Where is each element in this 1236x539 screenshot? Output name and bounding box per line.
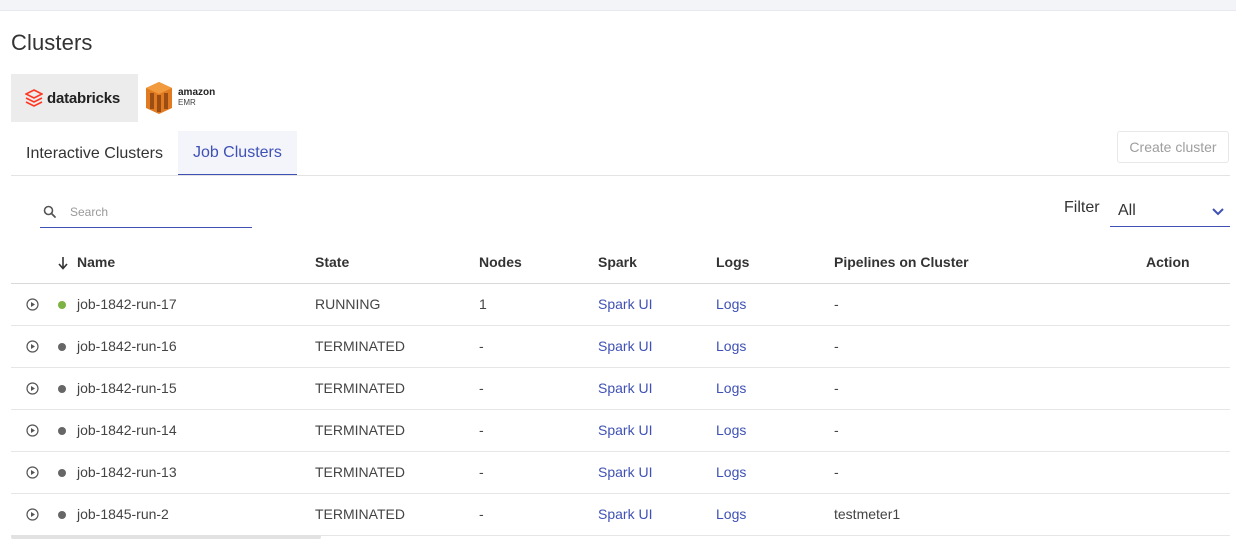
- expand-play-icon[interactable]: [26, 508, 39, 521]
- status-dot: [58, 469, 66, 477]
- sort-arrow-down-icon[interactable]: [57, 256, 69, 270]
- databricks-label: databricks: [47, 89, 121, 107]
- pipelines-on-cluster: -: [834, 464, 839, 480]
- cluster-nodes: -: [479, 422, 484, 438]
- cluster-state: TERMINATED: [315, 464, 405, 480]
- pipelines-on-cluster: -: [834, 422, 839, 438]
- amazon-emr-logo-icon: [146, 82, 172, 114]
- provider-amazon-emr[interactable]: amazon EMR: [145, 74, 235, 122]
- tab-interactive-clusters[interactable]: Interactive Clusters: [11, 131, 178, 176]
- pipelines-on-cluster: -: [834, 338, 839, 354]
- cluster-nodes: 1: [479, 296, 487, 312]
- spark-ui-link[interactable]: Spark UI: [598, 506, 652, 522]
- filter-select[interactable]: All: [1110, 195, 1230, 227]
- cluster-name: job-1842-run-17: [77, 296, 177, 312]
- spark-ui-link[interactable]: Spark UI: [598, 422, 652, 438]
- cluster-state: RUNNING: [315, 296, 381, 312]
- logs-link[interactable]: Logs: [716, 464, 746, 480]
- cluster-name: job-1842-run-14: [77, 422, 177, 438]
- create-cluster-button[interactable]: Create cluster: [1117, 131, 1229, 163]
- status-dot: [58, 511, 66, 519]
- cluster-state: TERMINATED: [315, 338, 405, 354]
- cluster-name: job-1842-run-13: [77, 464, 177, 480]
- tab-job-clusters[interactable]: Job Clusters: [177, 131, 297, 176]
- tabs-divider: [11, 175, 1230, 176]
- provider-databricks[interactable]: databricks: [11, 74, 138, 122]
- chevron-down-icon: [1212, 208, 1224, 216]
- expand-play-icon[interactable]: [26, 298, 39, 311]
- search-box: [40, 197, 252, 228]
- filter-value: All: [1118, 201, 1136, 219]
- top-bar: [0, 0, 1236, 11]
- cluster-state: TERMINATED: [315, 422, 405, 438]
- status-dot: [58, 385, 66, 393]
- table-row[interactable]: job-1842-run-14 TERMINATED - Spark UI Lo…: [11, 410, 1230, 452]
- cluster-state: TERMINATED: [315, 506, 405, 522]
- filter-label: Filter: [1064, 199, 1100, 216]
- cluster-nodes: -: [479, 464, 484, 480]
- status-dot: [58, 427, 66, 435]
- expand-play-icon[interactable]: [26, 466, 39, 479]
- column-header-spark: Spark: [598, 254, 637, 270]
- column-header-state: State: [315, 254, 350, 270]
- column-header-logs: Logs: [716, 254, 750, 270]
- cluster-state: TERMINATED: [315, 380, 405, 396]
- logs-link[interactable]: Logs: [716, 296, 746, 312]
- pipelines-on-cluster: -: [834, 296, 839, 312]
- column-header-action: Action: [1146, 254, 1190, 270]
- databricks-logo-icon: [25, 89, 43, 107]
- pipelines-on-cluster: -: [834, 380, 839, 396]
- search-input[interactable]: [70, 205, 240, 219]
- expand-play-icon[interactable]: [26, 424, 39, 437]
- table-row[interactable]: job-1842-run-15 TERMINATED - Spark UI Lo…: [11, 368, 1230, 410]
- page-title: Clusters: [11, 30, 93, 55]
- status-dot: [58, 343, 66, 351]
- status-dot: [58, 301, 66, 309]
- spark-ui-link[interactable]: Spark UI: [598, 464, 652, 480]
- cluster-name: job-1845-run-2: [77, 506, 169, 522]
- table-row[interactable]: job-1842-run-16 TERMINATED - Spark UI Lo…: [11, 326, 1230, 368]
- cluster-name: job-1842-run-15: [77, 380, 177, 396]
- column-header-pipelines: Pipelines on Cluster: [834, 254, 969, 270]
- column-header-name[interactable]: Name: [77, 254, 115, 270]
- cluster-tabs: Interactive Clusters Job Clusters: [11, 131, 297, 176]
- logs-link[interactable]: Logs: [716, 338, 746, 354]
- table-row[interactable]: job-1842-run-17 RUNNING 1 Spark UI Logs …: [11, 284, 1230, 326]
- horizontal-scrollbar[interactable]: [11, 535, 321, 539]
- spark-ui-link[interactable]: Spark UI: [598, 380, 652, 396]
- expand-play-icon[interactable]: [26, 382, 39, 395]
- cluster-name: job-1842-run-16: [77, 338, 177, 354]
- pipelines-on-cluster: testmeter1: [834, 506, 901, 522]
- table-body: job-1842-run-17 RUNNING 1 Spark UI Logs …: [11, 284, 1230, 536]
- table-row[interactable]: job-1842-run-13 TERMINATED - Spark UI Lo…: [11, 452, 1230, 494]
- clusters-table: Name State Nodes Spark Logs Pipelines on…: [11, 240, 1230, 536]
- emr-label-line2: EMR: [178, 98, 196, 107]
- cluster-nodes: -: [479, 506, 484, 522]
- expand-play-icon[interactable]: [26, 340, 39, 353]
- logs-link[interactable]: Logs: [716, 506, 746, 522]
- logs-link[interactable]: Logs: [716, 422, 746, 438]
- cluster-nodes: -: [479, 338, 484, 354]
- cluster-nodes: -: [479, 380, 484, 396]
- logs-link[interactable]: Logs: [716, 380, 746, 396]
- table-header: Name State Nodes Spark Logs Pipelines on…: [11, 240, 1230, 284]
- spark-ui-link[interactable]: Spark UI: [598, 338, 652, 354]
- table-row[interactable]: job-1845-run-2 TERMINATED - Spark UI Log…: [11, 494, 1230, 536]
- column-header-nodes: Nodes: [479, 254, 522, 270]
- emr-label-line1: amazon: [178, 87, 216, 98]
- spark-ui-link[interactable]: Spark UI: [598, 296, 652, 312]
- search-icon: [43, 205, 56, 218]
